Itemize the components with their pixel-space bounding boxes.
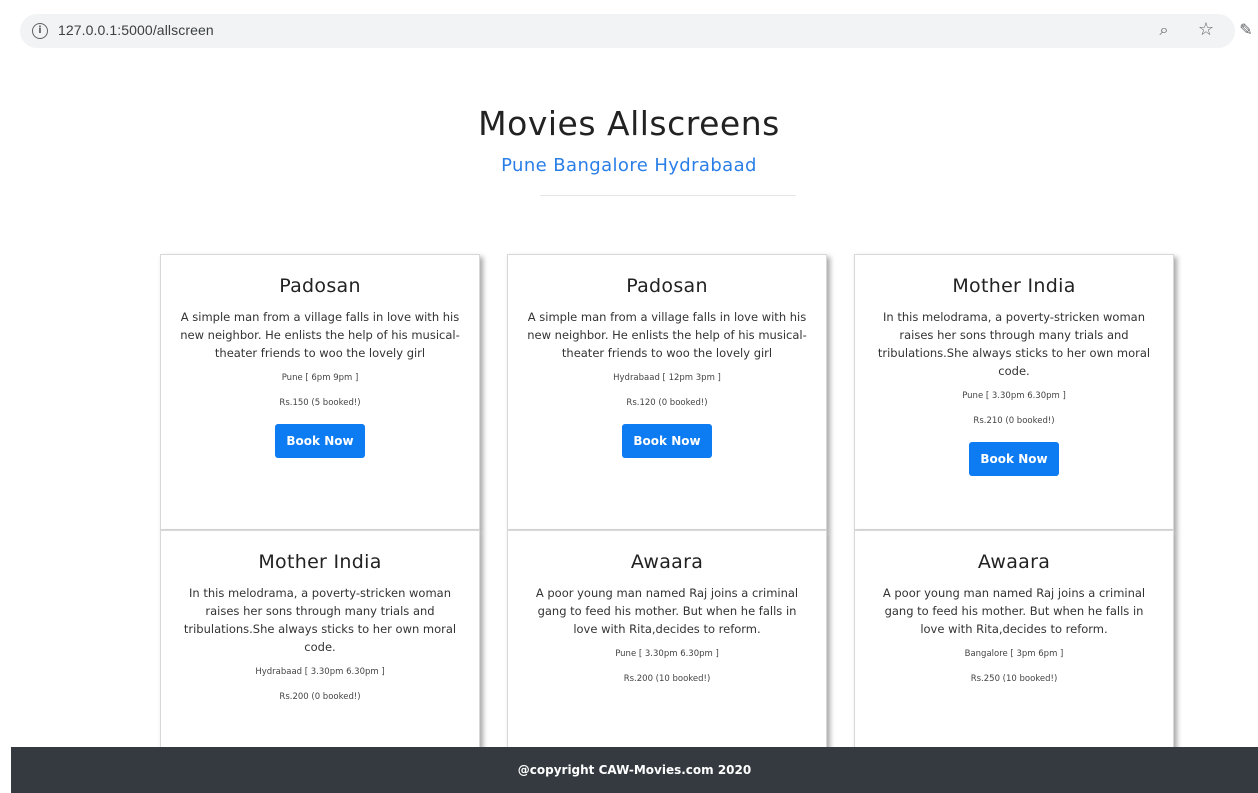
url-text[interactable]: 127.0.0.1:5000/allscreen [58,22,214,38]
movie-card: Mother India In this melodrama, a povert… [854,254,1174,530]
movie-description: In this melodrama, a poverty-stricken wo… [183,586,457,654]
header-divider [540,195,796,196]
show-timing: Pune [ 3.30pm 6.30pm ] [962,391,1066,401]
movie-title: Mother India [952,275,1076,297]
price-booked: Rs.200 (10 booked!) [623,674,711,684]
page-subtitle: Pune Bangalore Hydrabaad [501,155,757,176]
page-title: Movies Allscreens [478,104,780,143]
price-booked: Rs.200 (0 booked!) [279,692,361,702]
movie-title: Mother India [258,551,382,573]
show-timing: Hydrabaad [ 3.30pm 6.30pm ] [255,667,385,677]
price-booked: Rs.210 (0 booked!) [973,416,1055,426]
footer-copyright: @copyright CAW-Movies.com 2020 [517,763,752,777]
zoom-icon[interactable]: ⌕ [1154,20,1174,40]
show-timing: Pune [ 6pm 9pm ] [281,373,359,383]
movie-description: A poor young man named Raj joins a crimi… [535,586,799,636]
movie-title: Padosan [626,275,708,297]
show-timing: Hydrabaad [ 12pm 3pm ] [613,373,721,383]
movie-description: A poor young man named Raj joins a crimi… [882,586,1146,636]
movie-title: Padosan [279,275,361,297]
show-timing: Bangalore [ 3pm 6pm ] [964,649,1064,659]
movie-title: Awaara [630,551,704,573]
movie-title: Awaara [977,551,1051,573]
movie-card: Padosan A simple man from a village fall… [507,254,827,530]
movie-description: In this melodrama, a poverty-stricken wo… [877,310,1151,378]
site-info-icon[interactable]: i [32,23,48,39]
movie-description: A simple man from a village falls in lov… [527,310,807,360]
price-booked: Rs.120 (0 booked!) [626,398,708,408]
movie-description: A simple man from a village falls in lov… [180,310,460,360]
price-booked: Rs.250 (10 booked!) [970,674,1058,684]
extension-icon[interactable]: ✎ [1236,20,1256,40]
movie-card: Padosan A simple man from a village fall… [160,254,480,530]
book-now-button[interactable]: Book Now [275,424,365,458]
bookmark-star-icon[interactable]: ☆ [1196,20,1216,40]
footer: @copyright CAW-Movies.com 2020 [11,747,1258,793]
book-now-button[interactable]: Book Now [622,424,712,458]
book-now-button[interactable]: Book Now [969,442,1059,476]
movie-grid: Padosan A simple man from a village fall… [160,254,1174,793]
price-booked: Rs.150 (5 booked!) [279,398,361,408]
show-timing: Pune [ 3.30pm 6.30pm ] [615,649,719,659]
